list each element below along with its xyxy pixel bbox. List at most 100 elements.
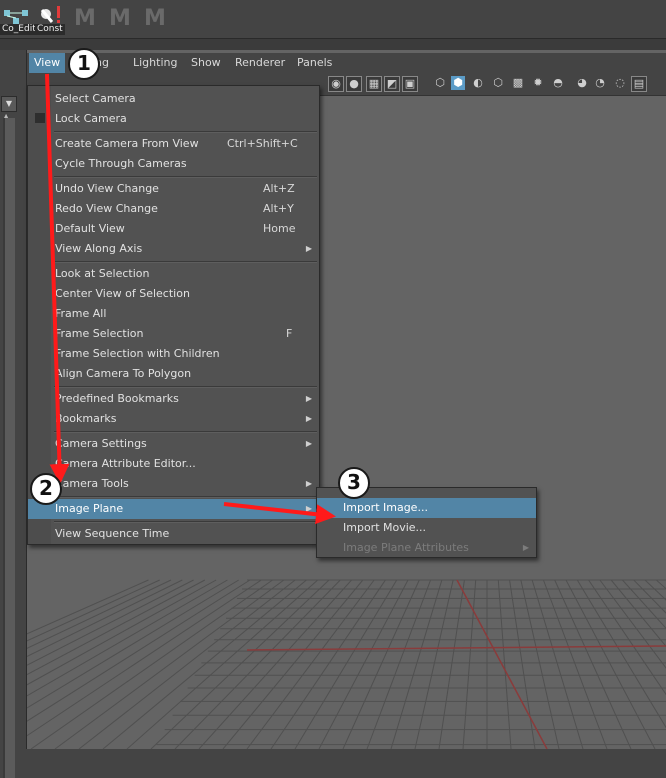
camera-gate-icon[interactable]: ◉	[328, 76, 344, 92]
shelf: Co_Edit Const M M M	[0, 0, 666, 38]
menu-item-select-camera[interactable]: Select Camera	[28, 89, 319, 109]
menu-item-label: Default View	[55, 222, 125, 235]
panel-menu-show[interactable]: Show	[186, 53, 226, 73]
chevron-down-icon[interactable]: ▼	[1, 96, 17, 112]
menu-item-predefined-bookmarks[interactable]: Predefined Bookmarks ▶	[28, 389, 319, 409]
gate-mask-icon[interactable]: ◩	[384, 76, 400, 92]
panel-menu-view[interactable]: View	[29, 53, 66, 73]
menu-item-shortcut: Ctrl+Shift+C	[227, 137, 298, 150]
menu-item-frame-selection-with-children[interactable]: Frame Selection with Children	[28, 344, 319, 364]
menu-item-camera-settings[interactable]: Camera Settings ▶	[28, 434, 319, 454]
menu-item-camera-attribute-editor[interactable]: Camera Attribute Editor...	[28, 454, 319, 474]
mash-icon[interactable]: M	[109, 6, 131, 31]
panel-menu-lighting[interactable]: Lighting	[128, 53, 182, 73]
step-badge-3: 3	[338, 467, 370, 499]
mash-icon[interactable]: M	[74, 6, 96, 31]
left-side-panel: ▼ ▲	[0, 50, 27, 778]
menu-item-bookmarks[interactable]: Bookmarks ▶	[28, 409, 319, 429]
default-material-icon[interactable]: ◐	[471, 76, 485, 90]
anti-aliasing-icon[interactable]: ◌	[613, 76, 627, 90]
motion-blur-icon[interactable]: ◔	[593, 76, 607, 90]
constraint-icon	[40, 6, 60, 23]
submenu-arrow-icon: ▶	[305, 439, 312, 448]
textured-icon[interactable]: ▩	[511, 76, 525, 90]
menu-item-center-view-of-selection[interactable]: Center View of Selection	[28, 284, 319, 304]
menu-item-label: Frame Selection	[55, 327, 144, 340]
menu-item-view-sequence-time[interactable]: View Sequence Time	[28, 524, 319, 544]
menu-item-cycle-through-cameras[interactable]: Cycle Through Cameras	[28, 154, 319, 174]
menu-item-shortcut: Alt+Y	[263, 202, 294, 215]
menu-item-label: Lock Camera	[55, 112, 127, 125]
submenu-arrow-icon: ▶	[305, 414, 312, 423]
shelf-label-const: Const	[35, 24, 65, 35]
menu-item-label: Select Camera	[55, 92, 136, 105]
menu-item-label: Frame All	[55, 307, 107, 320]
submenu-arrow-icon: ▶	[305, 479, 312, 488]
menu-item-frame-all[interactable]: Frame All	[28, 304, 319, 324]
menu-item-label: View Along Axis	[55, 242, 143, 255]
menu-item-camera-tools[interactable]: Camera Tools ▶	[28, 474, 319, 494]
menu-item-label: View Sequence Time	[55, 527, 170, 540]
wireframe-icon[interactable]: ⬡	[433, 76, 447, 90]
menu-item-lock-camera[interactable]: Lock Camera	[28, 109, 319, 129]
menu-separator	[54, 386, 317, 388]
menu-item-label: Undo View Change	[55, 182, 159, 195]
menu-item-label: Bookmarks	[55, 412, 117, 425]
shelf-label-co-edit: Co_Edit	[0, 24, 38, 35]
shelf-button-const[interactable]: Const	[35, 4, 65, 36]
film-gate-icon[interactable]: ●	[346, 76, 362, 92]
step-badge-2: 2	[30, 473, 62, 505]
menu-item-look-at-selection[interactable]: Look at Selection	[28, 264, 319, 284]
wireframe-on-shaded-icon[interactable]: ⬡	[491, 76, 505, 90]
step-badge-1: 1	[68, 48, 100, 80]
field-chart-icon[interactable]: ▣	[402, 76, 418, 92]
submenu-item-label: Image Plane Attributes	[343, 541, 469, 554]
shelf-button-co-edit[interactable]: Co_Edit	[0, 4, 38, 36]
menu-item-label: Predefined Bookmarks	[55, 392, 179, 405]
menu-separator	[54, 176, 317, 178]
submenu-arrow-icon: ▶	[305, 244, 312, 253]
submenu-item-import-movie[interactable]: Import Movie...	[317, 518, 536, 538]
submenu-arrow-icon: ▶	[305, 394, 312, 403]
submenu-item-label: Import Image...	[343, 501, 428, 514]
menu-item-label: Camera Settings	[55, 437, 147, 450]
menu-item-redo-view-change[interactable]: Redo View Change Alt+Y	[28, 199, 319, 219]
submenu-arrow-icon: ▶	[305, 504, 312, 513]
isolate-select-icon[interactable]: ▤	[631, 76, 647, 92]
menu-item-frame-selection[interactable]: Frame Selection F	[28, 324, 319, 344]
menu-item-view-along-axis[interactable]: View Along Axis ▶	[28, 239, 319, 259]
mash-icon[interactable]: M	[144, 6, 166, 31]
menu-item-label: Image Plane	[55, 502, 124, 515]
menu-item-label: Camera Attribute Editor...	[55, 457, 196, 470]
menu-item-align-camera-to-polygon[interactable]: Align Camera To Polygon	[28, 364, 319, 384]
menu-item-label: Camera Tools	[55, 477, 129, 490]
panel-menu-panels[interactable]: Panels	[292, 53, 337, 73]
menu-item-create-camera-from-view[interactable]: Create Camera From View Ctrl+Shift+C	[28, 134, 319, 154]
smooth-shade-icon[interactable]: ⬢	[451, 76, 465, 90]
menu-separator	[54, 431, 317, 433]
submenu-item-label: Import Movie...	[343, 521, 427, 534]
menu-item-shortcut: F	[286, 327, 293, 340]
menu-item-label: Redo View Change	[55, 202, 158, 215]
menu-item-label: Create Camera From View	[55, 137, 199, 150]
submenu-item-image-plane-attributes: Image Plane Attributes ▶	[317, 538, 536, 558]
use-all-lights-icon[interactable]: ✹	[531, 76, 545, 90]
menu-item-label: Frame Selection with Children	[55, 347, 220, 360]
shadows-icon[interactable]: ◓	[551, 76, 565, 90]
menu-separator	[54, 496, 317, 498]
menu-item-label: Center View of Selection	[55, 287, 190, 300]
view-menu: Select Camera Lock Camera Create Camera Fr…	[27, 85, 320, 545]
menu-item-label: Cycle Through Cameras	[55, 157, 187, 170]
menu-separator	[54, 521, 317, 523]
resolution-gate-icon[interactable]: ▦	[366, 76, 382, 92]
ambient-occlusion-icon[interactable]: ◕	[575, 76, 589, 90]
submenu-item-import-image[interactable]: Import Image...	[317, 498, 536, 518]
menu-item-default-view[interactable]: Default View Home	[28, 219, 319, 239]
left-scrollbar[interactable]	[3, 118, 15, 778]
menu-item-shortcut: Home	[263, 222, 296, 235]
panel-menu-renderer[interactable]: Renderer	[230, 53, 290, 73]
menu-separator	[54, 131, 317, 133]
menu-item-undo-view-change[interactable]: Undo View Change Alt+Z	[28, 179, 319, 199]
menu-item-image-plane[interactable]: Image Plane ▶	[28, 499, 319, 519]
submenu-arrow-icon: ▶	[522, 543, 529, 552]
